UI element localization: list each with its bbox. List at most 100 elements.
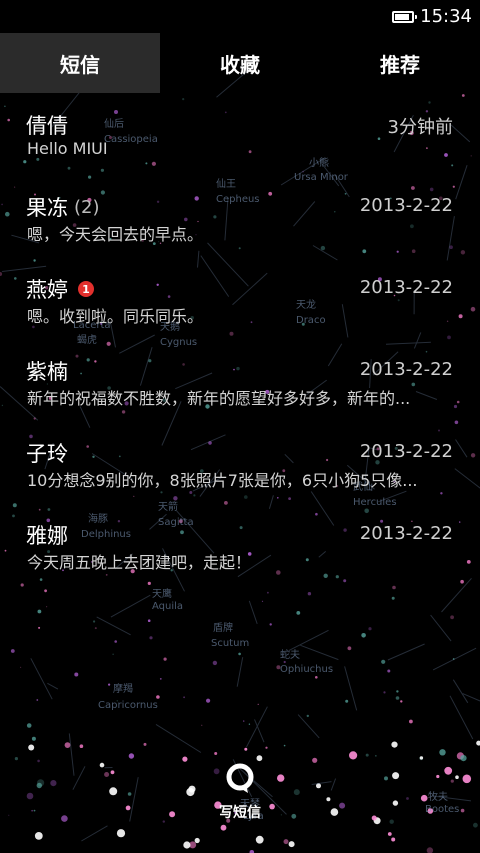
star-dot [326, 797, 331, 802]
star-dot [147, 619, 151, 622]
star-dot [345, 699, 349, 703]
conversation-row[interactable]: 紫楠 2013-2-22 新年的祝福数不胜数，新年的愿望好多好多，新年的... [0, 339, 480, 421]
message-preview: 10分想念9别的你，8张照片7张是你，6只小狗5只像... [27, 471, 418, 490]
star-dot [159, 678, 162, 680]
constellation-line [68, 733, 75, 776]
conversation-row[interactable]: 雅娜 2013-2-22 今天周五晚上去团建吧，走起！ [0, 503, 480, 585]
star-dot [312, 757, 318, 763]
star-dot [450, 779, 454, 783]
star-dot [28, 744, 35, 751]
star-dot [194, 837, 200, 844]
star-dot [387, 669, 391, 673]
star-dot [149, 636, 153, 640]
star-dot [349, 751, 358, 760]
constellation-line [288, 629, 329, 652]
star-dot [31, 736, 36, 741]
tab-recommended[interactable]: 推荐 [320, 33, 480, 93]
star-dot [384, 776, 388, 781]
star-dot [347, 646, 352, 651]
star-dot [368, 627, 372, 631]
contact-name: 倩倩 [26, 110, 68, 140]
star-dot [375, 755, 377, 757]
constellation-line [387, 643, 425, 661]
star-dot [37, 759, 40, 763]
star-dot [473, 822, 478, 828]
star-dot [109, 787, 118, 796]
constellation-line [462, 693, 480, 702]
compose-button[interactable]: 写短信 [200, 760, 280, 830]
message-time: 2013-2-22 [359, 441, 453, 462]
constellation-label: 蛇夫 [280, 648, 300, 661]
star-dot [163, 657, 167, 661]
star-dot [391, 741, 398, 748]
star-dot [162, 820, 165, 823]
constellation-line [248, 600, 258, 625]
constellation-label: 牧夫 [428, 790, 448, 803]
constellation-line [155, 723, 202, 753]
contact-name-text: 紫楠 [26, 360, 68, 384]
star-dot [238, 652, 241, 656]
contact-name-text: 倩倩 [26, 114, 68, 138]
constellation-line [311, 781, 332, 785]
star-dot [476, 740, 480, 746]
star-dot [296, 611, 301, 615]
battery-icon [392, 10, 418, 23]
star-dot [365, 753, 369, 757]
star-dot [74, 672, 79, 677]
star-dot [116, 829, 126, 838]
message-preview: 今天周五晚上去团建吧，走起！ [27, 553, 252, 572]
star-dot [186, 787, 195, 797]
status-right: 15:34 [392, 6, 472, 27]
message-time: 2013-2-22 [359, 195, 453, 216]
star-dot [99, 762, 105, 768]
star-dot [383, 691, 386, 694]
star-dot [201, 724, 203, 726]
star-dot [283, 744, 286, 747]
conversation-row[interactable]: 燕婷 1 2013-2-22 嗯。收到啦。同乐同乐。 [0, 257, 480, 339]
star-dot [426, 847, 434, 853]
star-dot [339, 802, 346, 809]
star-dot [93, 620, 96, 623]
constellation-line [432, 647, 477, 671]
compose-message-icon [226, 763, 254, 793]
constellation-line [81, 825, 108, 842]
star-dot [371, 815, 377, 821]
message-count: (2) [74, 196, 100, 218]
conversation-row[interactable]: 子玲 2013-2-22 10分想念9别的你，8张照片7张是你，6只小狗5只像.… [0, 421, 480, 503]
star-dot [419, 756, 424, 760]
star-dot [36, 699, 39, 701]
constellation-line [245, 706, 268, 748]
star-dot [14, 757, 18, 761]
star-dot [94, 627, 97, 630]
star-dot [182, 756, 188, 762]
star-dot [46, 606, 48, 608]
tab-messages[interactable]: 短信 [0, 33, 160, 93]
star-dot [391, 596, 395, 600]
star-dot [391, 837, 396, 842]
star-dot [261, 600, 264, 602]
star-dot [156, 695, 160, 699]
conversation-row[interactable]: 倩倩 3分钟前 Hello MIUI [0, 93, 480, 175]
unread-badge: 1 [78, 281, 94, 297]
star-dot [283, 660, 286, 664]
conversation-row[interactable]: 果冻 (2) 2013-2-22 嗯，今天会回去的早点。 [0, 175, 480, 257]
star-dot [36, 782, 42, 789]
constellation-label: Aquila [152, 601, 183, 612]
battery-fill [395, 13, 410, 20]
star-dot [455, 775, 459, 779]
contact-name: 子玲 [26, 438, 68, 468]
star-dot [293, 789, 300, 796]
star-dot [104, 772, 110, 777]
star-dot [108, 683, 111, 686]
star-dot [400, 700, 403, 703]
star-dot [420, 794, 428, 802]
tab-favorites[interactable]: 收藏 [160, 33, 320, 93]
star-dot [462, 774, 472, 784]
contact-name-text: 果冻 [26, 196, 68, 220]
contact-name: 果冻 (2) [26, 192, 100, 222]
star-dot [280, 814, 282, 816]
message-preview: 嗯，今天会回去的早点。 [27, 225, 204, 244]
conversation-list: 倩倩 3分钟前 Hello MIUI 果冻 (2) 2013-2-22 嗯，今天… [0, 93, 480, 585]
contact-name: 燕婷 1 [26, 274, 94, 304]
star-dot [248, 723, 251, 725]
